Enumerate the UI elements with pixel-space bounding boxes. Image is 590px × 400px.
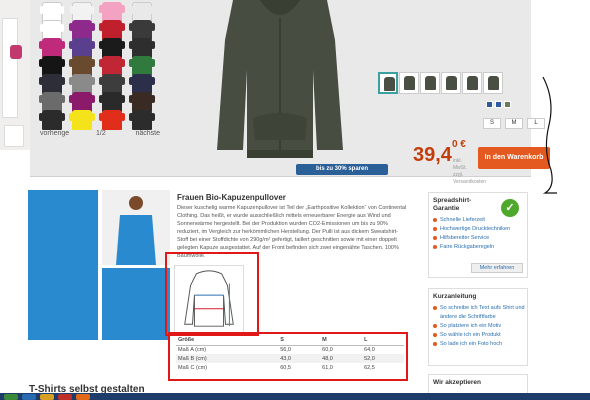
product-title: Frauen Bio-Kapuzenpullover xyxy=(177,193,286,202)
product-view-thumbnail[interactable] xyxy=(420,72,440,94)
price-main: 39,4 xyxy=(413,144,452,166)
start-icon[interactable] xyxy=(4,394,18,400)
product-view-thumbnail[interactable] xyxy=(441,72,461,94)
view-swatch[interactable] xyxy=(504,101,511,108)
product-color-swatch[interactable] xyxy=(39,38,65,58)
guarantee-item[interactable]: Hilfsbereiter Service xyxy=(433,234,527,243)
product-color-swatch[interactable] xyxy=(69,20,95,40)
product-color-swatch[interactable] xyxy=(39,110,65,130)
price-tax-info: inkl. MwSt. zzgl. Versandkosten xyxy=(453,158,487,185)
product-color-swatch[interactable] xyxy=(69,56,95,76)
product-color-swatch[interactable] xyxy=(99,38,125,58)
product-color-swatch[interactable] xyxy=(99,92,125,112)
payments-title: Wir akzeptieren xyxy=(433,379,481,386)
product-color-swatch[interactable] xyxy=(99,74,125,94)
hoodie-thumbnail-image xyxy=(467,76,478,90)
guarantee-title: Spreadshirt-Garantie xyxy=(433,197,472,212)
app-icon[interactable] xyxy=(58,394,72,400)
guarantee-box: Spreadshirt-Garantie ✓ Schnelle Lieferze… xyxy=(428,192,528,278)
product-color-swatch[interactable] xyxy=(99,110,125,130)
ie-icon[interactable] xyxy=(22,394,36,400)
size-option-button[interactable]: S xyxy=(483,118,501,129)
size-option-button[interactable]: M xyxy=(505,118,523,129)
guide-item[interactable]: So wähle ich ein Produkt xyxy=(433,331,527,340)
guide-item[interactable]: So lade ich ein Foto hoch xyxy=(433,340,527,349)
side-product-preview xyxy=(0,0,30,150)
more-info-button[interactable]: Mehr erfahren xyxy=(471,263,523,273)
product-color-swatch[interactable] xyxy=(39,74,65,94)
product-view-thumbnail[interactable] xyxy=(483,72,503,94)
discount-button[interactable]: bis zu 30% sparen xyxy=(296,164,388,175)
product-color-swatch[interactable] xyxy=(129,74,155,94)
product-color-swatch[interactable] xyxy=(39,56,65,76)
product-color-swatch[interactable] xyxy=(70,2,94,22)
product-color-swatch[interactable] xyxy=(130,2,154,22)
side-shirt-image-2 xyxy=(4,125,24,147)
product-view-thumbnails xyxy=(378,72,503,94)
highlight-box-size-table xyxy=(168,332,408,381)
product-detail-image-2[interactable] xyxy=(102,190,170,265)
product-grid-pager: vorherige 1/2 nächste xyxy=(40,130,160,142)
view-swatch[interactable] xyxy=(495,101,502,108)
guide-box: Kurzanleitung So schreibe ich Text aufs … xyxy=(428,288,528,366)
guide-list: So schreibe ich Text aufs Shirt und ände… xyxy=(433,304,527,349)
pager-prev-link[interactable]: vorherige xyxy=(40,130,69,137)
product-color-swatch[interactable] xyxy=(129,110,155,130)
red-scribble-annotation xyxy=(542,76,557,194)
side-shirt-image xyxy=(2,18,18,118)
pager-next-link[interactable]: nächste xyxy=(135,130,160,137)
product-color-swatch[interactable] xyxy=(69,74,95,94)
product-color-swatch[interactable] xyxy=(40,20,64,40)
guarantee-item[interactable]: Hochwertige Drucktechniken xyxy=(433,225,527,234)
product-color-swatch[interactable] xyxy=(129,56,155,76)
product-detail-image-3[interactable] xyxy=(102,268,170,340)
hoodie-thumbnail-image xyxy=(488,76,499,90)
product-color-swatch[interactable] xyxy=(69,38,95,58)
product-color-swatch[interactable] xyxy=(69,110,95,130)
price-cents: 0 € xyxy=(451,139,466,151)
hoodie-thumbnail-image xyxy=(404,76,415,90)
hoodie-thumbnail-image xyxy=(425,76,436,90)
product-color-swatch[interactable] xyxy=(99,56,125,76)
hoodie-thumbnail-image xyxy=(446,76,457,90)
side-print-detail xyxy=(10,45,22,59)
product-color-swatch[interactable] xyxy=(129,92,155,112)
product-color-swatch[interactable] xyxy=(99,20,125,40)
guarantee-item[interactable]: Schnelle Lieferzeit xyxy=(433,216,527,225)
guide-item[interactable]: So schreibe ich Text aufs Shirt und ände… xyxy=(433,304,527,322)
guarantee-item[interactable]: Faire Rückgaberegeln xyxy=(433,243,527,252)
guide-item[interactable]: So platziere ich ein Motiv xyxy=(433,322,527,331)
product-configurator: vorherige 1/2 nächste SML bis zu 30% spa… xyxy=(30,0,550,185)
hoodie-product-image xyxy=(217,0,343,158)
view-swatch[interactable] xyxy=(486,101,493,108)
folder-icon[interactable] xyxy=(40,394,54,400)
highlight-box-diagram xyxy=(165,252,259,336)
guarantee-list: Schnelle Lieferzeit Hochwertige Drucktec… xyxy=(433,216,527,252)
product-view-thumbnail[interactable] xyxy=(399,72,419,94)
hoodie-thumbnail-image xyxy=(384,77,395,91)
product-color-swatch[interactable] xyxy=(129,38,155,58)
firefox-icon[interactable] xyxy=(76,394,90,400)
check-icon: ✓ xyxy=(501,199,519,217)
guide-title: Kurzanleitung xyxy=(433,293,477,300)
pager-page-indicator: 1/2 xyxy=(96,130,106,137)
product-color-swatch[interactable] xyxy=(40,2,64,22)
product-view-thumbnail[interactable] xyxy=(378,72,398,94)
product-color-swatch[interactable] xyxy=(129,20,155,40)
product-color-swatch[interactable] xyxy=(39,92,65,112)
product-color-swatch[interactable] xyxy=(99,2,125,22)
os-taskbar xyxy=(0,393,590,400)
product-detail-image-1[interactable] xyxy=(28,190,98,340)
product-color-swatch[interactable] xyxy=(69,92,95,112)
product-view-thumbnail[interactable] xyxy=(462,72,482,94)
